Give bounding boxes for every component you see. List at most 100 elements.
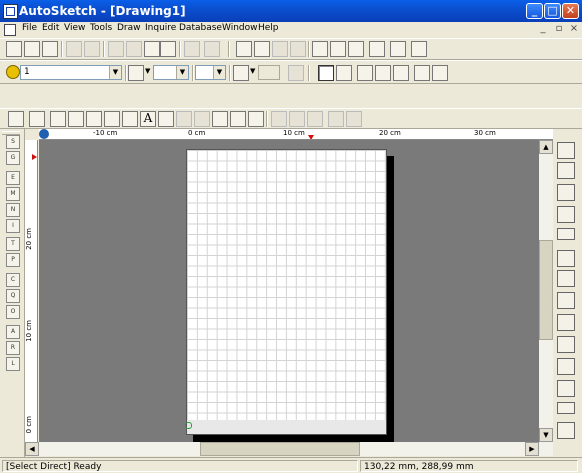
new-icon[interactable] — [6, 41, 22, 57]
symbol-cross-icon[interactable] — [557, 162, 575, 179]
menu-view[interactable]: View — [64, 23, 85, 33]
open-folder-icon[interactable] — [236, 41, 252, 57]
snap-node-icon[interactable]: O — [6, 305, 20, 319]
print-preview-icon[interactable] — [84, 41, 100, 57]
symbol-grid-icon[interactable] — [557, 250, 575, 267]
chevron-down-icon[interactable]: ▼ — [176, 66, 188, 79]
snap-align-l-icon[interactable]: L — [6, 357, 20, 371]
menu-tools[interactable]: Tools — [90, 23, 112, 33]
print-icon[interactable] — [66, 41, 82, 57]
link-icon[interactable] — [272, 41, 288, 57]
curve-icon[interactable] — [86, 111, 102, 127]
measure-icon[interactable] — [307, 111, 323, 127]
bezier-icon[interactable] — [122, 111, 138, 127]
dimension-icon[interactable] — [158, 111, 174, 127]
snap-align-r-icon[interactable]: R — [6, 341, 20, 355]
ruler-origin-icon[interactable] — [39, 129, 49, 139]
close-button[interactable]: ✕ — [562, 3, 579, 19]
select-arrow-icon[interactable] — [8, 111, 24, 127]
fill-pattern-icon[interactable] — [194, 111, 210, 127]
symbol-square-icon[interactable] — [557, 292, 575, 309]
grid-icon[interactable] — [312, 41, 328, 57]
mirror-icon[interactable] — [346, 111, 362, 127]
view-3d-icon[interactable] — [357, 65, 373, 81]
document-icon[interactable] — [4, 24, 16, 36]
menu-database[interactable]: Database — [179, 23, 222, 33]
symbol-icon[interactable] — [348, 41, 364, 57]
edit-vertex-icon[interactable] — [271, 111, 287, 127]
scale-icon[interactable] — [328, 111, 344, 127]
symbol-door-icon[interactable] — [557, 402, 575, 414]
symbol-table-icon[interactable] — [557, 206, 575, 223]
chevron-down-icon[interactable]: ▼ — [145, 67, 150, 75]
save-icon[interactable] — [42, 41, 58, 57]
symbol-bracket-icon[interactable] — [557, 228, 575, 240]
horizontal-scrollbar[interactable]: ◀ ▶ — [25, 442, 553, 456]
snap-target-icon[interactable] — [212, 111, 228, 127]
open-icon[interactable] — [24, 41, 40, 57]
symbol-pipe-icon[interactable] — [557, 142, 575, 159]
text-icon[interactable]: A — [140, 111, 156, 127]
scroll-thumb[interactable] — [539, 240, 553, 340]
polyline-icon[interactable] — [50, 111, 66, 127]
symbol-window-icon[interactable] — [557, 422, 575, 439]
image-icon[interactable] — [248, 111, 264, 127]
menu-file[interactable]: File — [22, 23, 37, 33]
doc-minimize-button[interactable]: _ — [537, 23, 549, 36]
move-icon[interactable] — [289, 111, 305, 127]
snap-midpoint-icon[interactable]: M — [6, 187, 20, 201]
scroll-down-button[interactable]: ▼ — [539, 428, 553, 442]
undo-icon[interactable] — [184, 41, 200, 57]
line-color-icon[interactable] — [128, 65, 144, 81]
snap-perpendicular-icon[interactable]: P — [6, 253, 20, 267]
view-side-icon[interactable] — [393, 65, 409, 81]
match-properties-icon[interactable] — [160, 41, 176, 57]
view-front-icon[interactable] — [375, 65, 391, 81]
snap-center-icon[interactable]: C — [6, 273, 20, 287]
fill-pattern-select[interactable] — [258, 65, 280, 80]
copy-icon[interactable] — [126, 41, 142, 57]
chevron-down-icon[interactable]: ▼ — [213, 66, 225, 79]
symbol-insert-icon[interactable] — [230, 111, 246, 127]
chevron-down-icon[interactable]: ▼ — [109, 66, 121, 79]
menu-draw[interactable]: Draw — [117, 23, 141, 33]
symbol-cabinet-icon[interactable] — [557, 336, 575, 353]
snap-tangent-icon[interactable]: T — [6, 237, 20, 251]
copy-drawing-icon[interactable] — [254, 41, 270, 57]
minimize-button[interactable]: _ — [526, 3, 543, 19]
scroll-up-button[interactable]: ▲ — [539, 140, 553, 154]
line-width-select[interactable]: ▼ — [195, 65, 226, 80]
snap-point-icon[interactable] — [318, 65, 334, 81]
snap-select-icon[interactable]: S — [6, 135, 20, 149]
arc-icon[interactable] — [68, 111, 84, 127]
maximize-button[interactable]: □ — [544, 3, 561, 19]
layers-icon[interactable] — [6, 65, 20, 79]
menu-edit[interactable]: Edit — [42, 23, 59, 33]
scroll-thumb[interactable] — [200, 442, 360, 456]
symbol-tray-icon[interactable] — [557, 314, 575, 331]
symbol-network-icon[interactable] — [557, 184, 575, 201]
pen-icon[interactable] — [288, 65, 304, 81]
redo-icon[interactable] — [204, 41, 220, 57]
app-icon[interactable] — [3, 4, 18, 19]
layer-select[interactable]: 1 ▼ — [20, 65, 122, 80]
drawing-canvas[interactable] — [39, 140, 553, 442]
menu-window[interactable]: Window — [222, 23, 258, 33]
scroll-left-button[interactable]: ◀ — [25, 442, 39, 456]
menu-inquire[interactable]: Inquire — [145, 23, 176, 33]
rectangle-icon[interactable] — [104, 111, 120, 127]
snap-intersection-icon[interactable]: I — [6, 219, 20, 233]
menu-help[interactable]: Help — [258, 23, 279, 33]
snap-nearest-icon[interactable]: N — [6, 203, 20, 217]
symbol-crossbox-icon[interactable] — [557, 270, 575, 287]
folder-icon[interactable] — [369, 41, 385, 57]
fill-icon[interactable] — [233, 65, 249, 81]
snap-endpoint-icon[interactable]: E — [6, 171, 20, 185]
snap-grid-icon[interactable]: G — [6, 151, 20, 165]
zoom-icon[interactable] — [29, 111, 45, 127]
chevron-down-icon[interactable]: ▼ — [250, 67, 255, 75]
unlink-icon[interactable] — [290, 41, 306, 57]
cut-icon[interactable] — [108, 41, 124, 57]
doc-close-button[interactable]: × — [568, 23, 580, 36]
snap-quadrant-icon[interactable]: Q — [6, 289, 20, 303]
